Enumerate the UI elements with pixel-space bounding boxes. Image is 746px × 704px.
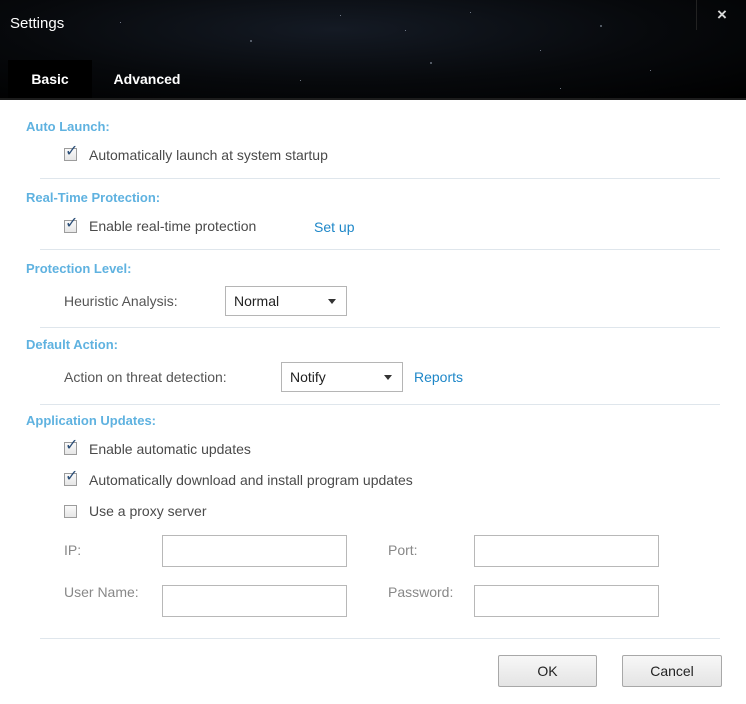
star-decoration xyxy=(600,25,602,27)
password-input[interactable] xyxy=(474,585,659,617)
checkbox-auto-install[interactable]: ✓ xyxy=(64,469,78,486)
action-dropdown[interactable]: Notify xyxy=(281,362,403,392)
username-label: User Name: xyxy=(64,584,139,600)
password-label: Password: xyxy=(388,584,454,600)
checkbox-realtime[interactable]: ✓ xyxy=(64,216,78,233)
port-label: Port: xyxy=(388,542,418,558)
star-decoration xyxy=(560,88,561,89)
ip-label: IP: xyxy=(64,542,82,558)
checkbox-label-realtime: Enable real-time protection xyxy=(89,218,257,234)
chevron-down-icon xyxy=(384,375,392,380)
star-decoration xyxy=(120,22,121,23)
section-title-auto-launch: Auto Launch: xyxy=(26,119,110,134)
checkbox-label-auto-launch: Automatically launch at system startup xyxy=(89,147,328,163)
action-selected-value: Notify xyxy=(290,369,326,385)
port-input[interactable] xyxy=(474,535,659,567)
cancel-button[interactable]: Cancel xyxy=(622,655,722,687)
header-divider xyxy=(0,98,746,100)
checkmark-icon: ✓ xyxy=(65,215,79,232)
reports-link[interactable]: Reports xyxy=(414,369,463,385)
checkbox-proxy[interactable] xyxy=(64,505,77,518)
checkmark-icon: ✓ xyxy=(65,143,79,160)
star-decoration xyxy=(650,70,651,71)
star-decoration xyxy=(540,50,541,51)
heuristic-dropdown[interactable]: Normal xyxy=(225,286,347,316)
star-decoration xyxy=(430,62,432,64)
username-input[interactable] xyxy=(162,585,347,617)
checkbox-label-proxy: Use a proxy server xyxy=(89,503,207,519)
star-decoration xyxy=(470,12,471,13)
action-label: Action on threat detection: xyxy=(64,369,227,385)
checkbox-auto-launch[interactable]: ✓ xyxy=(64,144,78,161)
close-icon[interactable]: × xyxy=(696,0,746,30)
tab-basic[interactable]: Basic xyxy=(8,60,92,98)
ok-button[interactable]: OK xyxy=(498,655,597,687)
section-divider xyxy=(40,404,720,405)
footer-divider xyxy=(40,638,720,639)
star-decoration xyxy=(250,40,252,42)
checkmark-icon: ✓ xyxy=(65,437,79,454)
section-title-default-action: Default Action: xyxy=(26,337,118,352)
title-bar: Settings × Basic Advanced xyxy=(0,0,746,98)
checkbox-label-auto-install: Automatically download and install progr… xyxy=(89,472,413,488)
star-decoration xyxy=(340,15,341,16)
star-decoration xyxy=(300,80,301,81)
chevron-down-icon xyxy=(328,299,336,304)
tab-advanced[interactable]: Advanced xyxy=(92,60,202,98)
checkbox-auto-updates[interactable]: ✓ xyxy=(64,438,78,455)
heuristic-selected-value: Normal xyxy=(234,293,280,309)
section-title-protection-level: Protection Level: xyxy=(26,261,132,276)
section-title-realtime: Real-Time Protection: xyxy=(26,190,161,205)
setup-link[interactable]: Set up xyxy=(314,219,354,235)
star-decoration xyxy=(405,30,406,31)
checkmark-icon: ✓ xyxy=(65,468,79,485)
checkbox-label-auto-updates: Enable automatic updates xyxy=(89,441,251,457)
ip-input[interactable] xyxy=(162,535,347,567)
section-divider xyxy=(40,178,720,179)
heuristic-label: Heuristic Analysis: xyxy=(64,293,178,309)
section-title-updates: Application Updates: xyxy=(26,413,157,428)
section-divider xyxy=(40,249,720,250)
section-divider xyxy=(40,327,720,328)
window-title: Settings xyxy=(10,15,65,32)
